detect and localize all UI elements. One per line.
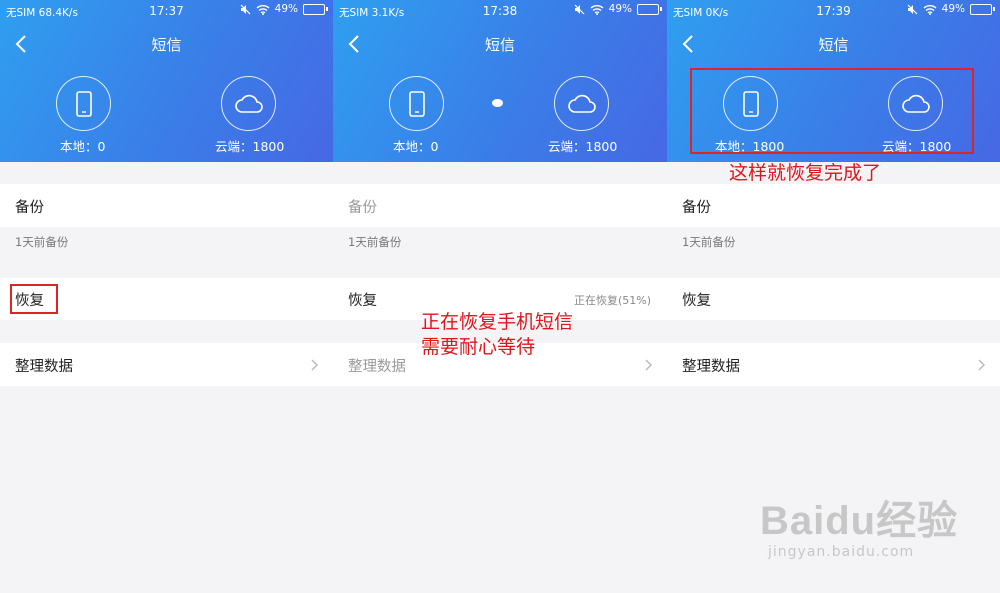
backup-title: 备份 <box>15 200 44 216</box>
wifi-icon <box>256 4 270 15</box>
watermark: Baidu经验 jingyan.baidu.com <box>760 488 958 560</box>
backup-title: 备份 <box>348 200 377 216</box>
organize-title: 整理数据 <box>15 359 73 375</box>
battery-icon <box>637 3 662 15</box>
highlight-box <box>690 68 974 154</box>
annotation-done: 这样就恢复完成了 <box>729 162 882 184</box>
backup-sub: 1天前备份 <box>682 235 736 249</box>
mute-icon <box>907 4 918 14</box>
backup-title: 备份 <box>682 200 711 216</box>
cloud-icon <box>567 94 596 113</box>
backup-sub: 1天前备份 <box>15 235 69 249</box>
highlight-box <box>10 284 58 314</box>
page-title: 短信 <box>484 36 515 54</box>
cloud-count: 云端：1800 <box>548 139 618 154</box>
backup-row[interactable]: 备份 <box>333 184 667 227</box>
header: 无SIM 68.4K/s 17:37 49% 短信 本地：0 云端：1800 <box>0 0 333 162</box>
cloud-circle <box>554 76 609 131</box>
restore-row[interactable]: 恢复 <box>667 278 1000 320</box>
chevron-right-icon <box>645 359 653 371</box>
annotation-line-2: 需要耐心等待 <box>421 336 536 358</box>
status-bar: 无SIM 0K/s 17:39 49% <box>667 0 1000 24</box>
backup-row[interactable]: 备份 <box>0 184 333 227</box>
status-bar: 无SIM 68.4K/s 17:37 49% <box>0 0 333 24</box>
local-count: 本地：0 <box>60 139 106 154</box>
status-bar: 无SIM 3.1K/s 17:38 49% <box>333 0 667 24</box>
page-title: 短信 <box>818 36 849 54</box>
mute-icon <box>574 4 585 14</box>
organize-row[interactable]: 整理数据 <box>0 343 333 386</box>
local-circle <box>56 76 111 131</box>
battery-percent: 49% <box>274 3 298 15</box>
status-icons: 49% <box>574 3 662 15</box>
cloud-count: 云端：1800 <box>215 139 285 154</box>
organize-title: 整理数据 <box>348 359 406 375</box>
watermark-logo: Baidu经验 <box>760 499 959 543</box>
organize-title: 整理数据 <box>682 359 740 375</box>
wifi-icon <box>590 4 604 15</box>
battery-percent: 49% <box>608 3 632 15</box>
cloud-circle <box>221 76 276 131</box>
annotation-line-1: 正在恢复手机短信 <box>421 311 574 333</box>
screen-1: 无SIM 68.4K/s 17:37 49% 短信 本地：0 云端：1800 备… <box>0 0 333 593</box>
phone-icon <box>408 90 425 117</box>
transfer-progress-dot <box>492 99 503 107</box>
chevron-right-icon <box>978 359 986 371</box>
local-count: 本地：0 <box>393 139 439 154</box>
chevron-right-icon <box>311 359 319 371</box>
battery-percent: 49% <box>941 3 965 15</box>
restore-progress-text: 正在恢复(51%) <box>573 294 651 307</box>
battery-icon <box>970 3 995 15</box>
header: 无SIM 3.1K/s 17:38 49% 短信 本地：0 云端：1800 <box>333 0 667 162</box>
restore-title: 恢复 <box>348 293 377 309</box>
screen-2: 无SIM 3.1K/s 17:38 49% 短信 本地：0 云端：1800 备份… <box>333 0 667 593</box>
watermark-url: jingyan.baidu.com <box>768 544 915 560</box>
annotation-restoring: 正在恢复手机短信 需要耐心等待 <box>421 310 573 360</box>
backup-row[interactable]: 备份 <box>667 184 1000 227</box>
status-icons: 49% <box>907 3 995 15</box>
backup-sub: 1天前备份 <box>348 235 402 249</box>
phone-icon <box>75 90 92 117</box>
restore-title: 恢复 <box>682 293 711 309</box>
organize-row[interactable]: 整理数据 <box>667 343 1000 386</box>
wifi-icon <box>923 4 937 15</box>
cloud-icon <box>234 94 263 113</box>
local-circle <box>389 76 444 131</box>
page-title: 短信 <box>151 36 182 54</box>
status-icons: 49% <box>240 3 328 15</box>
battery-icon <box>303 3 328 15</box>
mute-icon <box>240 4 251 14</box>
